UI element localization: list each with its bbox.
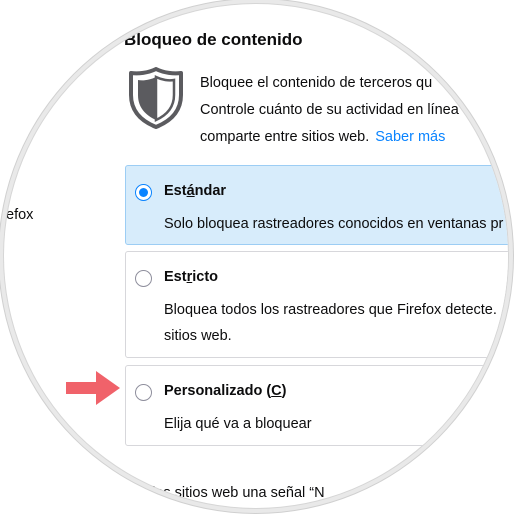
sidebar-text-fragment: efox [6, 207, 34, 223]
learn-more-link[interactable]: Saber más [375, 129, 445, 145]
custom-radio[interactable] [135, 384, 152, 401]
option-standard[interactable]: Estándar Solo bloquea rastreadores conoc… [125, 165, 508, 245]
custom-description: Elija qué va a bloquear [164, 416, 312, 432]
section-title: Bloqueo de contenido [124, 30, 303, 49]
description-line-2: Controle cuánto de su actividad en línea [200, 102, 459, 118]
strict-description: Bloquea todos los rastreadores que Firef… [164, 297, 497, 349]
shield-icon [129, 67, 183, 129]
strict-title: Estricto [164, 269, 219, 285]
standard-title: Estándar [164, 183, 227, 199]
pointer-arrow-icon [66, 371, 120, 405]
strict-description-line-1: Bloquea todos los rastreadores que Firef… [164, 302, 497, 318]
strict-description-line-2: sitios web. [164, 328, 232, 344]
do-not-track-fragment: a los sitios web una señal “N [140, 485, 325, 501]
standard-description: Solo bloquea rastreadores conocidos en v… [164, 216, 504, 232]
description-line-1: Bloquee el contenido de terceros qu [200, 75, 433, 91]
strict-radio[interactable] [135, 270, 152, 287]
option-custom[interactable]: Personalizado (C) Elija qué va a bloquea… [125, 365, 508, 446]
section-description: Bloquee el contenido de terceros qu Cont… [200, 70, 459, 151]
standard-radio[interactable] [135, 184, 152, 201]
description-line-3-text: comparte entre sitios web. [200, 129, 370, 145]
description-line-3: comparte entre sitios web. Saber más [200, 124, 459, 151]
custom-title: Personalizado (C) [164, 383, 287, 399]
option-strict[interactable]: Estricto Bloquea todos los rastreadores … [125, 251, 508, 358]
magnifier-lens: Bloqueo de contenido Bloquee el contenid… [4, 4, 508, 508]
